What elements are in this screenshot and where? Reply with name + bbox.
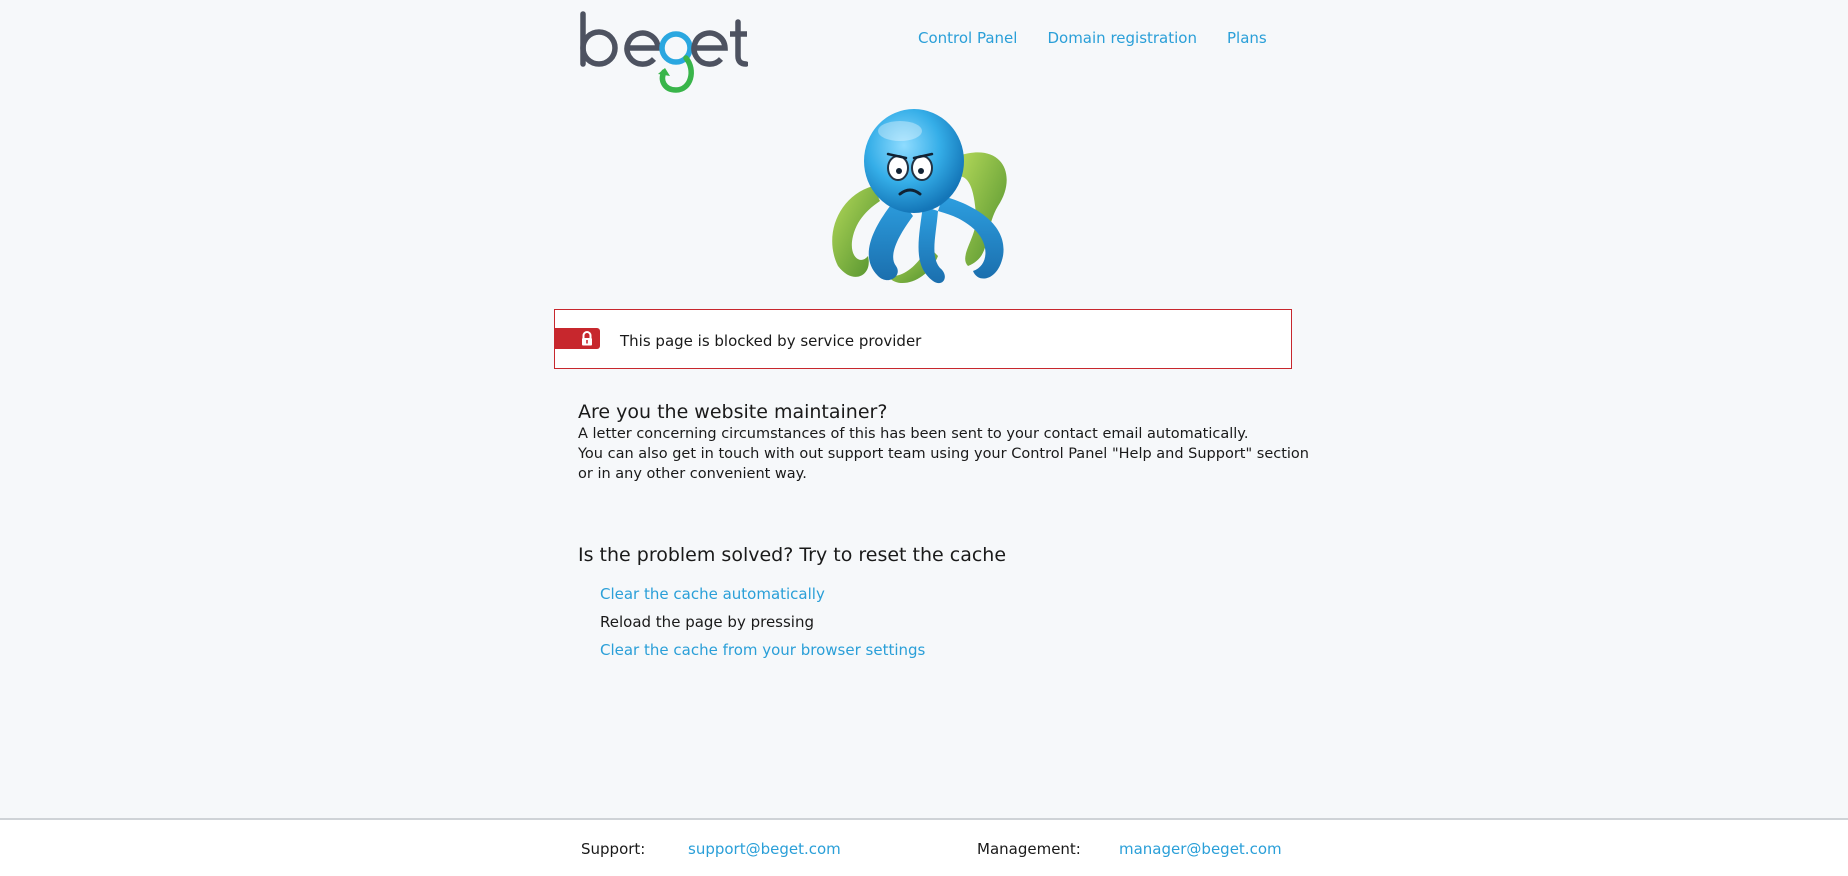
footer: Support: support@beget.com Management: m…	[0, 818, 1848, 876]
clear-cache-automatically-link[interactable]: Clear the cache automatically	[600, 585, 825, 603]
cache-option-item: Clear the cache from your browser settin…	[600, 640, 925, 668]
support-label: Support:	[581, 840, 646, 858]
maintainer-text-line-3: or in any other convenient way.	[578, 466, 807, 482]
blocked-alert: This page is blocked by service provider	[554, 309, 1292, 369]
nav-control-panel[interactable]: Control Panel	[918, 29, 1017, 47]
clear-cache-browser-settings-link[interactable]: Clear the cache from your browser settin…	[600, 641, 925, 659]
cache-options-list: Clear the cache automatically Reload the…	[600, 584, 925, 668]
maintainer-text-line-1: A letter concerning circumstances of thi…	[578, 426, 1249, 442]
alert-message: This page is blocked by service provider	[620, 332, 922, 350]
maintainer-text-line-2: You can also get in touch with out suppo…	[578, 446, 1309, 462]
cache-heading: Is the problem solved? Try to reset the …	[578, 544, 1007, 566]
cache-option-item: Clear the cache automatically	[600, 584, 925, 612]
beget-logo[interactable]	[578, 10, 748, 95]
cache-option-item: Reload the page by pressing	[600, 612, 925, 640]
octopus-mascot-image	[818, 106, 1030, 296]
maintainer-heading: Are you the website maintainer?	[578, 401, 888, 423]
top-nav: Control Panel Domain registration Plans	[918, 29, 1267, 47]
management-email-link[interactable]: manager@beget.com	[1119, 840, 1282, 858]
support-email-link[interactable]: support@beget.com	[688, 840, 841, 858]
alert-tag	[554, 328, 600, 349]
reload-page-text: Reload the page by pressing	[600, 613, 814, 631]
nav-domain-registration[interactable]: Domain registration	[1047, 29, 1197, 47]
nav-plans[interactable]: Plans	[1227, 29, 1267, 47]
lock-icon	[582, 331, 592, 346]
management-label: Management:	[977, 840, 1081, 858]
